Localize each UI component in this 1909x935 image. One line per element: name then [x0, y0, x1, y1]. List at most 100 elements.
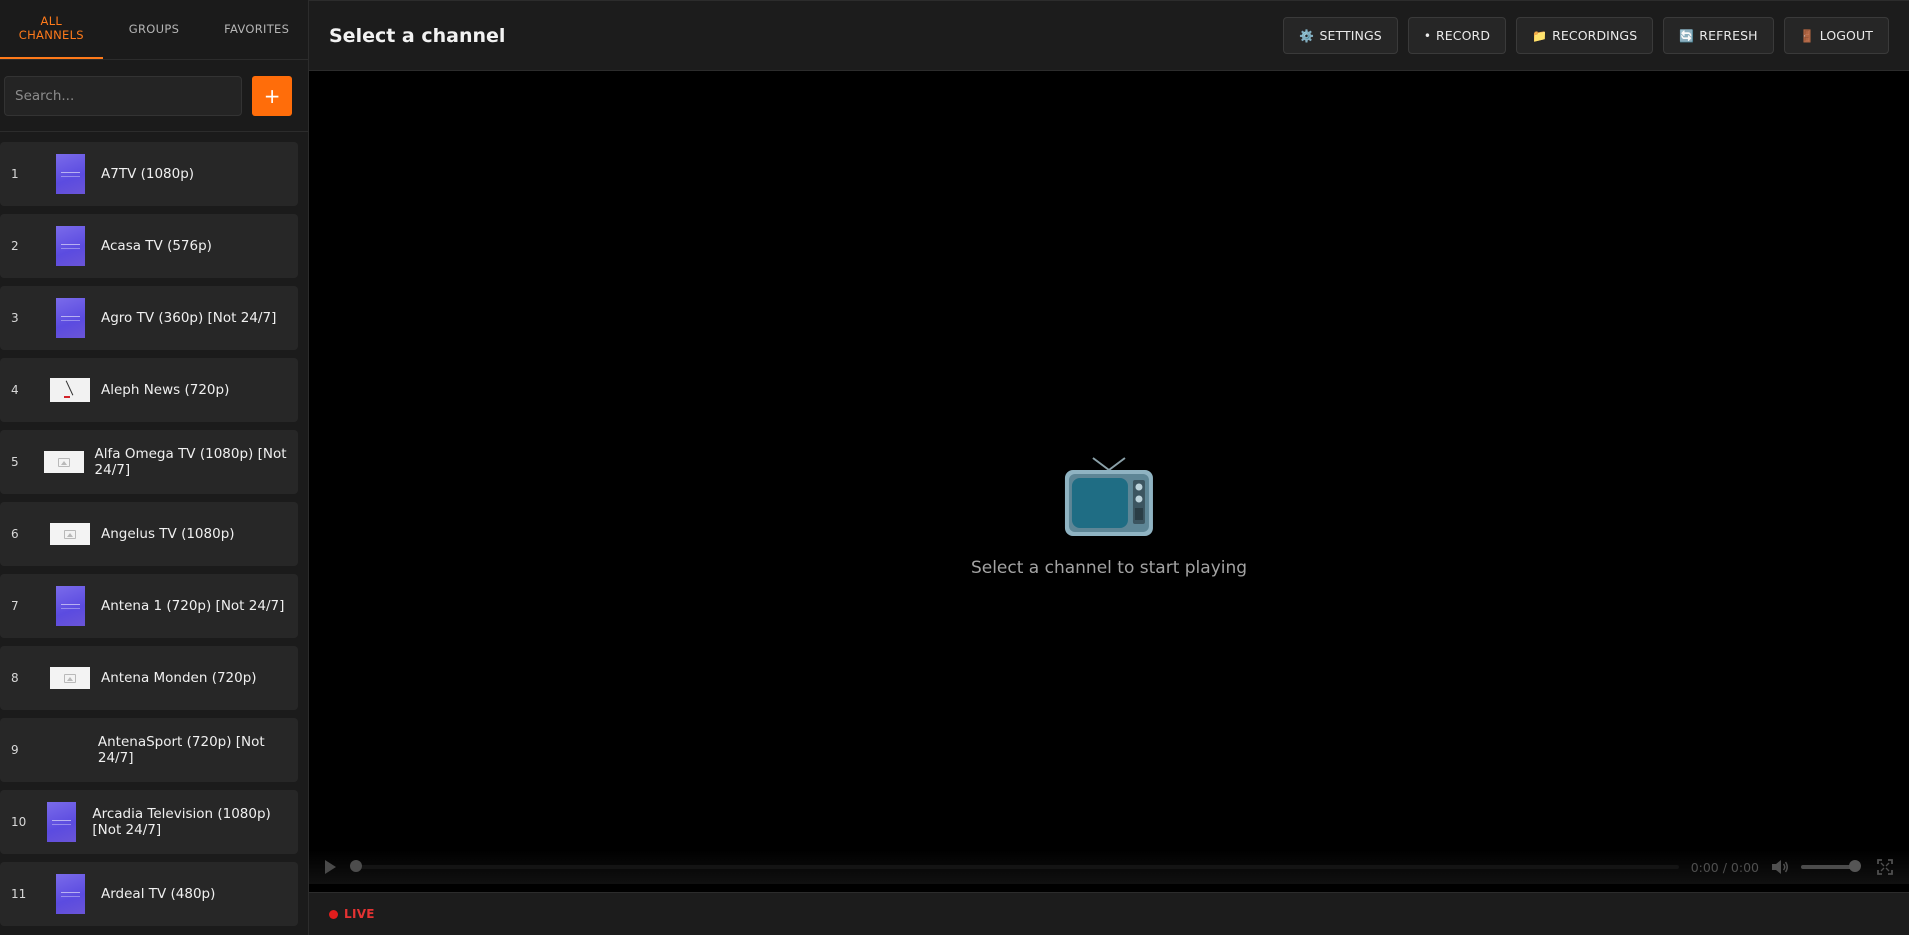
header-actions: ⚙️ SETTINGS • RECORD 📁 RECORDINGS 🔄 REFR…	[1283, 17, 1889, 54]
player-placeholder: Select a channel to start playing	[971, 456, 1247, 578]
record-label: RECORD	[1436, 28, 1491, 43]
empty-logo	[47, 730, 87, 770]
tab-favorites[interactable]: FAVORITES	[205, 0, 308, 59]
refresh-icon: 🔄	[1679, 28, 1695, 43]
refresh-button[interactable]: 🔄 REFRESH	[1663, 17, 1774, 54]
channel-number: 5	[11, 455, 19, 469]
channel-logo	[50, 658, 90, 698]
app-root: ALL CHANNELS GROUPS FAVORITES + 1 A7TV (1…	[0, 0, 1909, 935]
channel-item[interactable]: 3 Agro TV (360p) [Not 24/7]	[0, 286, 298, 350]
progress-knob[interactable]	[350, 860, 362, 872]
tab-all-channels[interactable]: ALL CHANNELS	[0, 0, 103, 59]
video-player[interactable]: Select a channel to start playing 0:00 /…	[309, 71, 1909, 892]
record-button[interactable]: • RECORD	[1407, 17, 1507, 54]
play-icon[interactable]	[325, 860, 336, 874]
channel-name: A7TV (1080p)	[101, 165, 195, 182]
fullscreen-icon[interactable]	[1877, 859, 1893, 875]
channel-name: Agro TV (360p) [Not 24/7]	[101, 309, 277, 326]
channel-item[interactable]: 5 Alfa Omega TV (1080p) [Not 24/7]	[0, 430, 298, 494]
logout-label: LOGOUT	[1819, 28, 1873, 43]
logo-placeholder-image	[55, 154, 85, 194]
volume-knob[interactable]	[1849, 860, 1861, 872]
channel-logo	[50, 226, 90, 266]
placeholder-text: Select a channel to start playing	[970, 558, 1248, 578]
door-icon: 🚪	[1799, 28, 1815, 43]
channel-name: Antena Monden (720p)	[101, 669, 257, 686]
time-display: 0:00 / 0:00	[1690, 859, 1759, 875]
channel-item[interactable]: 10 Arcadia Television (1080p) [Not 24/7]	[0, 790, 298, 854]
channel-item[interactable]: 9 AntenaSport (720p) [Not 24/7]	[0, 718, 298, 782]
folder-icon: 📁	[1532, 28, 1548, 43]
search-input[interactable]	[4, 75, 243, 116]
channel-number: 4	[11, 383, 19, 397]
channel-logo	[50, 298, 90, 338]
channel-name: Acasa TV (576p)	[101, 237, 212, 254]
gear-icon: ⚙️	[1299, 28, 1315, 43]
volume-icon[interactable]	[1771, 859, 1789, 875]
channel-number: 2	[11, 239, 19, 253]
channel-name: Angelus TV (1080p)	[101, 525, 235, 542]
main-panel: Select a channel ⚙️ SETTINGS • RECORD 📁 …	[309, 0, 1909, 935]
channel-logo	[50, 370, 90, 410]
logo-placeholder-image	[55, 874, 85, 914]
broken-image-icon	[43, 451, 84, 473]
channel-item[interactable]: 1 A7TV (1080p)	[0, 142, 298, 206]
image-icon	[64, 673, 76, 683]
channel-logo	[50, 154, 90, 194]
page-title: Select a channel	[329, 24, 506, 47]
channel-number: 6	[11, 527, 19, 541]
image-icon	[64, 529, 76, 539]
channel-number: 1	[11, 167, 19, 181]
channel-list: 1 A7TV (1080p) 2 Acasa TV (576p) 3 Agro TV (3…	[0, 132, 308, 935]
logo-placeholder-image	[55, 586, 85, 626]
live-label: LIVE	[344, 907, 375, 921]
channel-item[interactable]: 11 Ardeal TV (480p)	[0, 862, 298, 926]
player-controls: 0:00 / 0:00	[309, 850, 1909, 884]
tab-groups[interactable]: GROUPS	[103, 0, 206, 59]
search-row: +	[0, 60, 308, 132]
channel-logo	[41, 802, 81, 842]
image-icon	[57, 457, 70, 467]
logout-button[interactable]: 🚪 LOGOUT	[1783, 17, 1889, 54]
channel-number: 9	[11, 743, 19, 757]
broken-image-icon	[50, 523, 90, 545]
channel-logo	[50, 874, 90, 914]
add-channel-button[interactable]: +	[252, 75, 292, 116]
channel-item[interactable]: 4 Aleph News (720p)	[0, 358, 298, 422]
volume-slider[interactable]	[1801, 860, 1861, 872]
header: Select a channel ⚙️ SETTINGS • RECORD 📁 …	[309, 0, 1909, 71]
channel-name: Antena 1 (720p) [Not 24/7]	[101, 597, 285, 614]
broken-image-icon	[50, 667, 90, 689]
channel-logo	[43, 442, 84, 482]
channel-logo	[50, 586, 90, 626]
logo-placeholder-image	[46, 802, 76, 842]
channel-number: 11	[11, 887, 27, 901]
channel-item[interactable]: 6 Angelus TV (1080p)	[0, 502, 298, 566]
recordings-button[interactable]: 📁 RECORDINGS	[1516, 17, 1654, 54]
record-dot-icon: •	[1423, 28, 1431, 43]
live-dot-icon	[329, 909, 338, 919]
channel-item[interactable]: 7 Antena 1 (720p) [Not 24/7]	[0, 574, 298, 638]
logo-placeholder-image	[55, 226, 85, 266]
channel-logo	[47, 730, 87, 770]
channel-name: AntenaSport (720p) [Not 24/7]	[97, 733, 265, 766]
channel-number: 7	[11, 599, 19, 613]
status-bar: LIVE	[309, 892, 1909, 935]
channel-name: Alfa Omega TV (1080p) [Not 24/7]	[94, 445, 287, 478]
channel-item[interactable]: 2 Acasa TV (576p)	[0, 214, 298, 278]
channel-name: Ardeal TV (480p)	[101, 885, 216, 902]
channel-number: 10	[11, 815, 27, 829]
sidebar-tabs: ALL CHANNELS GROUPS FAVORITES	[0, 0, 308, 60]
recordings-label: RECORDINGS	[1552, 28, 1638, 43]
channel-name: Aleph News (720p)	[101, 381, 230, 398]
channel-name: Arcadia Television (1080p) [Not 24/7]	[92, 805, 271, 838]
channel-item[interactable]: 8 Antena Monden (720p)	[0, 646, 298, 710]
refresh-label: REFRESH	[1699, 28, 1758, 43]
aleph-logo-image	[50, 378, 90, 402]
logo-placeholder-image	[55, 298, 85, 338]
progress-bar[interactable]	[350, 860, 1679, 872]
channel-number: 3	[11, 311, 19, 325]
settings-label: SETTINGS	[1319, 28, 1382, 43]
channel-number: 8	[11, 671, 19, 685]
settings-button[interactable]: ⚙️ SETTINGS	[1283, 17, 1398, 54]
